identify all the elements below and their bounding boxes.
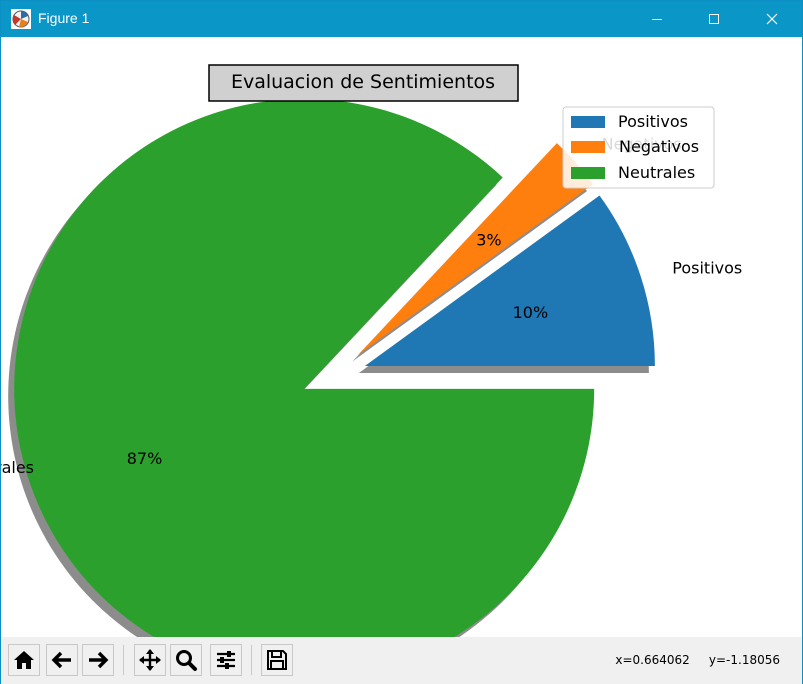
outer-label-neutrales-clipped: rales (1, 458, 34, 477)
legend-label-negativos: Negativos (619, 137, 699, 156)
zoom-button[interactable] (170, 644, 202, 676)
home-icon (14, 651, 34, 669)
legend-swatch-negativos (571, 141, 605, 153)
pie-chart: 10% Positivos 3% Negativos 87% Evaluacion de… (1, 64, 742, 637)
forward-button[interactable] (82, 644, 114, 676)
figure-canvas[interactable]: 10% Positivos 3% Negativos 87% Evaluacion de… (1, 37, 802, 637)
window-title: Figure 1 (38, 10, 90, 26)
close-button[interactable] (749, 1, 795, 37)
maximize-icon (709, 14, 719, 24)
zoom-icon (176, 650, 197, 671)
minimize-button[interactable] (634, 1, 680, 37)
back-button[interactable] (46, 644, 78, 676)
save-button[interactable] (261, 644, 293, 676)
home-button[interactable] (8, 644, 40, 676)
configure-subplots-button[interactable] (210, 644, 242, 676)
forward-arrow-icon (89, 651, 109, 669)
legend-swatch-positivos (571, 116, 605, 128)
toolbar-separator (251, 645, 252, 675)
legend-label-positivos: Positivos (618, 112, 688, 131)
chart-title: Evaluacion de Sentimientos (231, 71, 495, 93)
pct-label-positivos: 10% (513, 303, 549, 322)
title-bar[interactable]: Figure 1 (1, 1, 802, 37)
pan-button[interactable] (134, 644, 166, 676)
back-arrow-icon (51, 651, 71, 669)
coord-y: y=-1.18056 (708, 653, 780, 667)
chart-legend: Positivos Negativos Neutrales (562, 106, 715, 189)
maximize-button[interactable] (691, 1, 737, 37)
figure-window: Figure 1 10% Positivos 3% Negativos 87% Eval… (0, 0, 803, 684)
matplotlib-app-icon (11, 9, 31, 29)
legend-label-neutrales: Neutrales (618, 163, 695, 182)
minimize-icon (652, 19, 662, 20)
coord-x: x=0.664062 (615, 653, 690, 667)
legend-swatch-neutrales (571, 167, 605, 179)
pct-label-negativos: 3% (476, 230, 501, 249)
save-icon (267, 650, 287, 670)
cursor-coordinates: x=0.664062 y=-1.18056 (615, 653, 780, 667)
toolbar-separator (123, 645, 124, 675)
configure-subplots-icon (217, 651, 235, 669)
outer-label-positivos: Positivos (672, 258, 742, 277)
navigation-toolbar: x=0.664062 y=-1.18056 (1, 637, 802, 684)
pct-label-neutrales: 87% (127, 449, 163, 468)
close-icon (766, 13, 778, 25)
pan-icon (139, 649, 161, 671)
